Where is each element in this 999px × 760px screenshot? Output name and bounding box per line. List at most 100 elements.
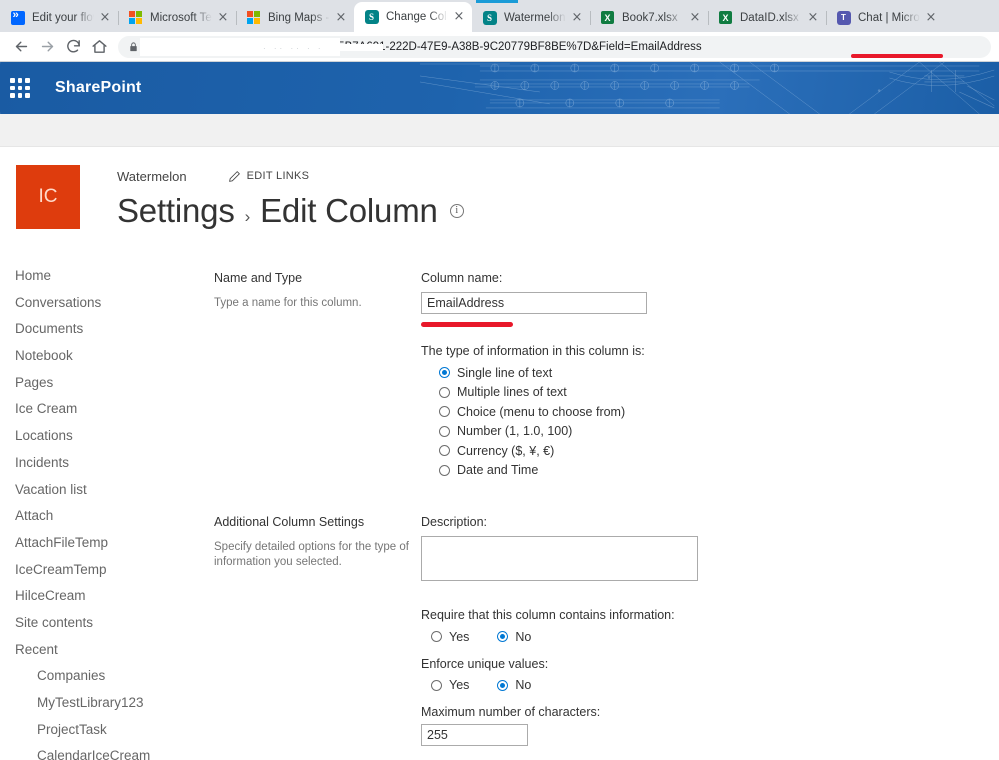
sidebar-item-home[interactable]: Home — [15, 263, 200, 290]
radio-label: No — [515, 629, 532, 644]
url-annotation-underline — [851, 54, 943, 58]
sidebar-item-hilcecream[interactable]: HilceCream — [15, 583, 200, 610]
column-name-input[interactable] — [421, 292, 647, 314]
sharepoint-brand-label[interactable]: SharePoint — [55, 79, 141, 97]
page-body: Home Conversations Documents Notebook Pa… — [0, 263, 999, 760]
section-name-and-type-info: Name and Type Type a name for this colum… — [214, 271, 421, 480]
sharepoint-icon: S — [482, 10, 497, 25]
radio-multiple-lines-of-text[interactable]: Multiple lines of text — [439, 383, 999, 403]
radio-number[interactable]: Number (1, 1.0, 100) — [439, 422, 999, 442]
section-description: Specify detailed options for the type of… — [214, 541, 409, 568]
radio-label: No — [515, 678, 532, 693]
sidebar-item-vacation-list[interactable]: Vacation list — [15, 477, 200, 504]
radio-button-icon[interactable] — [439, 425, 450, 437]
radio-label: Currency ($, ¥, €) — [457, 443, 555, 458]
close-icon[interactable]: × — [924, 11, 938, 25]
maximum-characters-label: Maximum number of characters: — [421, 705, 601, 719]
home-icon[interactable] — [86, 34, 112, 60]
radio-button-icon[interactable] — [497, 679, 509, 691]
close-icon[interactable]: × — [216, 11, 230, 25]
browser-tab-strip[interactable]: Edit your flow × Microsoft Teal × Bing M… — [0, 0, 999, 32]
sidebar-item-projecttask[interactable]: ProjectTask — [15, 717, 200, 744]
radio-button-icon[interactable] — [439, 445, 450, 457]
enforce-unique-values-radio-group[interactable]: Yes No — [431, 676, 999, 696]
back-icon[interactable] — [8, 34, 34, 60]
site-logo[interactable]: IC — [16, 165, 80, 229]
sidebar-item-notebook[interactable]: Notebook — [15, 343, 200, 370]
radio-button-icon[interactable] — [439, 406, 450, 418]
breadcrumb-separator: › — [244, 207, 251, 226]
radio-button-icon[interactable] — [439, 386, 450, 398]
section-additional-info: Additional Column Settings Specify detai… — [214, 515, 421, 760]
browser-tab-7[interactable]: T Chat | Microso × — [826, 3, 944, 32]
sidebar-item-conversations[interactable]: Conversations — [15, 290, 200, 317]
sidebar-item-locations[interactable]: Locations — [15, 423, 200, 450]
sidebar-item-calendaricecream[interactable]: CalendarIceCream — [15, 743, 200, 760]
excel-icon: X — [718, 10, 733, 25]
radio-currency[interactable]: Currency ($, ¥, €) — [439, 441, 999, 461]
radio-label: Yes — [449, 678, 470, 693]
close-icon[interactable]: × — [570, 11, 584, 25]
microsoft-icon — [128, 10, 143, 25]
reload-icon[interactable] — [60, 34, 86, 60]
browser-tab-3-active[interactable]: S Change Colum × — [354, 2, 472, 32]
browser-tab-2[interactable]: Bing Maps - C × — [236, 3, 354, 32]
description-textarea[interactable] — [421, 536, 698, 581]
close-icon[interactable]: × — [452, 10, 466, 24]
browser-tab-6[interactable]: X DataID.xlsx × — [708, 3, 826, 32]
microsoft-icon — [246, 10, 261, 25]
sidebar-item-documents[interactable]: Documents — [15, 316, 200, 343]
close-icon[interactable]: × — [98, 11, 112, 25]
radio-button-icon[interactable] — [497, 631, 509, 643]
close-icon[interactable]: × — [806, 11, 820, 25]
site-name-link[interactable]: Watermelon — [117, 169, 187, 184]
browser-tab-label: Microsoft Teal — [150, 11, 212, 24]
sidebar-item-companies[interactable]: Companies — [15, 663, 200, 690]
radio-button-icon[interactable] — [439, 464, 450, 476]
sidebar-item-attachfiletemp[interactable]: AttachFileTemp — [15, 530, 200, 557]
enforce-unique-yes[interactable]: Yes — [431, 678, 469, 692]
app-launcher-icon[interactable] — [10, 78, 30, 98]
forward-icon[interactable] — [34, 34, 60, 60]
close-icon[interactable]: × — [688, 11, 702, 25]
sidebar-item-icecreamtemp[interactable]: IceCreamTemp — [15, 557, 200, 584]
enforce-unique-no[interactable]: No — [497, 678, 531, 692]
page-title: Settings › Edit Column i — [117, 192, 464, 230]
radio-date-and-time[interactable]: Date and Time — [439, 461, 999, 481]
sidebar-item-recent[interactable]: Recent — [15, 637, 200, 664]
browser-tab-4[interactable]: S Watermelon - × — [472, 3, 590, 32]
edit-links-button[interactable]: EDIT LINKS — [228, 170, 310, 183]
radio-button-icon[interactable] — [431, 631, 442, 643]
sidebar-item-attach[interactable]: Attach — [15, 503, 200, 530]
sidebar-item-pages[interactable]: Pages — [15, 370, 200, 397]
radio-button-icon[interactable] — [431, 679, 442, 691]
tab-separator — [826, 11, 827, 25]
browser-toolbar: /_layouts/15/FldEdit.aspx?List=%7B65B7A6… — [0, 32, 999, 62]
close-icon[interactable]: × — [334, 11, 348, 25]
info-icon[interactable]: i — [449, 204, 464, 218]
main-content: Name and Type Type a name for this colum… — [200, 263, 999, 760]
section-name-and-type-fields: Column name: The type of information in … — [421, 271, 999, 480]
browser-tab-label: Bing Maps - C — [268, 11, 330, 24]
require-information-yes[interactable]: Yes — [431, 630, 469, 644]
radio-button-icon[interactable] — [439, 367, 450, 379]
excel-icon: X — [600, 10, 615, 25]
require-information-no[interactable]: No — [497, 630, 531, 644]
page-title-settings[interactable]: Settings — [117, 192, 235, 230]
sidebar-item-incidents[interactable]: Incidents — [15, 450, 200, 477]
radio-label: Number (1, 1.0, 100) — [457, 424, 573, 439]
browser-tab-1[interactable]: Microsoft Teal × — [118, 3, 236, 32]
pencil-icon — [228, 170, 241, 183]
browser-tab-label: Edit your flow — [32, 11, 94, 24]
sidebar-item-site-contents[interactable]: Site contents — [15, 610, 200, 637]
sidebar-item-mytestlibrary123[interactable]: MyTestLibrary123 — [15, 690, 200, 717]
lock-icon — [128, 41, 140, 53]
sidebar-item-ice-cream[interactable]: Ice Cream — [15, 396, 200, 423]
radio-single-line-of-text[interactable]: Single line of text — [439, 363, 999, 383]
require-information-radio-group[interactable]: Yes No — [431, 627, 999, 647]
browser-tab-5[interactable]: X Book7.xlsx × — [590, 3, 708, 32]
browser-tab-0[interactable]: Edit your flow × — [0, 3, 118, 32]
maximum-characters-input[interactable] — [421, 724, 528, 746]
sharepoint-icon: S — [364, 10, 379, 25]
radio-choice[interactable]: Choice (menu to choose from) — [439, 402, 999, 422]
